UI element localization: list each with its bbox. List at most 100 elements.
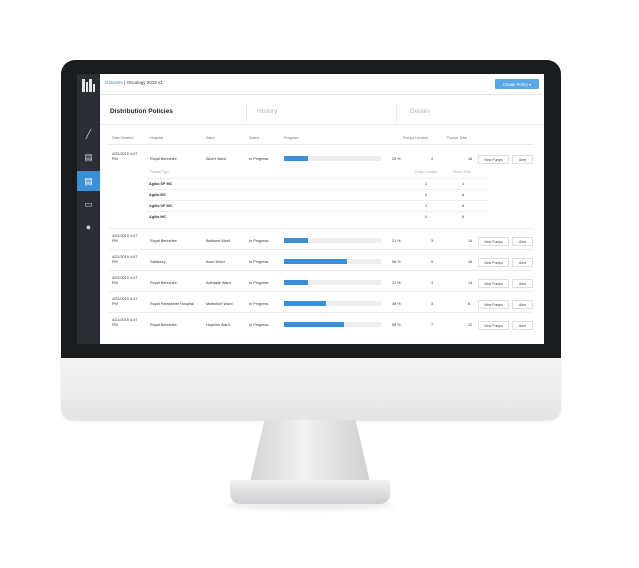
row-status: In Progress [249,323,269,327]
row-divider [109,291,534,292]
row-hospital: Royal Berkshire [150,281,177,285]
document-icon: ▤ [84,151,93,162]
sidebar-item-documents[interactable]: ▤ [77,147,100,167]
view-pumps-button[interactable]: View Pumps [478,321,509,330]
row-percent: 38 % [392,302,401,306]
row-pumps-total: 12 [468,323,473,327]
tab-distribution-policies[interactable]: Distribution Policies [110,108,173,115]
subtable-located: 1 [425,182,428,186]
progress-bar [284,156,381,161]
row-divider [109,270,534,271]
row-ward: Mottisfont Ward [206,302,233,306]
row-percent: 21 % [392,281,401,285]
progress-bar-fill [284,301,326,306]
row-pumps-total: 14 [468,281,473,285]
create-policy-button[interactable]: Create Policy ▾ [495,79,539,89]
row-pumps-total: 8 [468,302,471,306]
row-ward: Hopkins Ward [206,323,230,327]
breadcrumb-current: | Oncology 2019 v1 [124,80,163,85]
header-divider [109,144,534,145]
row-date: 4/22/2019 4:47 PM [112,276,138,286]
row-pumps-total: 16 [468,157,473,161]
row-ward: Avon Ward [206,260,225,264]
subtable-total: 6 [462,193,465,197]
row-pumps-total: 14 [468,239,473,243]
row-pumps-located: 7 [431,323,434,327]
subtable-divider [147,178,488,179]
row-status: In Progress [249,302,269,306]
row-pumps-located: 3 [431,239,434,243]
alert-button[interactable]: Alert [512,155,533,164]
row-divider [109,249,534,250]
view-pumps-button[interactable]: View Pumps [478,237,509,246]
breadcrumb-link[interactable]: Datasets [105,80,123,85]
subtable-header-located: Pumps Located [415,170,438,174]
row-divider [109,312,534,313]
monitor-stand-base [230,480,390,504]
screen: ╱ ▤ ▤ ▭ ● Datasets | Oncology 2019 v1 Cr… [77,74,544,344]
row-hospital: Royal Berkshire [150,239,177,243]
row-status: In Progress [249,260,269,264]
column-header-pumps-located: Pumps Located [403,136,428,140]
subtable-product: Agilia SP MC [149,204,173,208]
subtable-total: 6 [462,215,465,219]
view-pumps-button[interactable]: View Pumps [478,300,509,309]
subtable-product: Agilia MC [149,215,167,219]
sidebar-item-devices[interactable]: ▭ [77,194,100,214]
chart-icon: ╱ [85,128,92,139]
row-ward: Bathurst Ward [206,239,231,243]
row-pumps-total: 16 [468,260,473,264]
row-date: 4/22/2019 4:47 PM [112,234,138,244]
row-percent: 25 % [392,157,401,161]
progress-bar-fill [284,280,309,285]
progress-bar-fill [284,238,309,243]
row-date: 4/22/2019 4:47 PM [112,255,138,265]
view-pumps-button[interactable]: View Pumps [478,155,509,164]
subtable-product: Agilia SP MC [149,182,173,186]
view-pumps-button[interactable]: View Pumps [478,279,509,288]
column-header-date: Date Created [112,136,134,140]
alert-button[interactable]: Alert [512,237,533,246]
progress-bar [284,238,381,243]
top-bar: Datasets | Oncology 2019 v1 Create Polic… [100,74,544,95]
row-pumps-located: 9 [431,260,434,264]
tab-divider [396,104,397,122]
tab-history[interactable]: History [257,108,277,115]
progress-bar [284,280,381,285]
monitor-stand-neck [250,420,370,482]
progress-bar [284,301,381,306]
row-percent: 21 % [392,239,401,243]
subtable-header-total: Pumps Total [453,170,471,174]
row-percent: 56 % [392,260,401,264]
subtable-divider [147,189,488,190]
subtable-total: 6 [462,204,465,208]
tab-details[interactable]: Details [410,108,430,115]
subtable-located: 0 [425,215,428,219]
subtable-located: 1 [425,204,428,208]
row-hospital: Royal Berkshire [150,157,177,161]
tab-divider [246,104,247,122]
monitor-chin [61,358,561,420]
alert-button[interactable]: Alert [512,279,533,288]
progress-bar [284,259,381,264]
progress-bar-fill [284,259,348,264]
subtable-divider [147,211,488,212]
row-percent: 58 % [392,323,401,327]
monitor-icon: ▭ [84,198,93,209]
sidebar-item-settings[interactable]: ● [77,217,100,237]
sidebar-item-policies[interactable]: ▤ [77,171,100,191]
row-ward: Adelaide Ward [206,281,231,285]
row-hospital: Salisbury [150,260,166,264]
alert-button[interactable]: Alert [512,300,533,309]
subtable-product: Agilia MC [149,193,167,197]
row-pumps-located: 4 [431,157,434,161]
column-header-ward: Ward [206,136,215,140]
row-date: 4/22/2019 4:47 PM [112,152,138,162]
alert-button[interactable]: Alert [512,258,533,267]
row-pumps-located: 3 [431,302,434,306]
sidebar-item-chart[interactable]: ╱ [77,124,100,144]
row-hospital: Royal Hampshire Hospital [150,302,194,306]
row-hospital: Royal Berkshire [150,323,177,327]
alert-button[interactable]: Alert [512,321,533,330]
view-pumps-button[interactable]: View Pumps [478,258,509,267]
